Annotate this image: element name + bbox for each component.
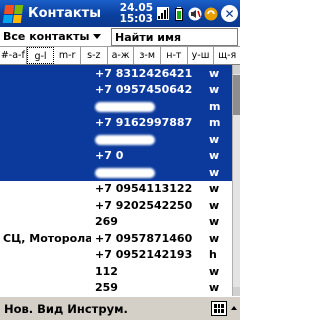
battery-icon[interactable]: [172, 6, 186, 21]
contact-phone-type: w: [209, 264, 220, 278]
keyboard-icon[interactable]: [211, 301, 227, 316]
date-text: 24.05: [119, 1, 153, 14]
windows-start-icon[interactable]: [0, 0, 26, 27]
contact-row[interactable]: +7 9162997887 m: [0, 114, 232, 131]
tab-1[interactable]: g-l: [26, 47, 55, 64]
category-dropdown[interactable]: Все контакты: [0, 30, 110, 43]
contact-phone: +7 0: [95, 149, 124, 163]
redacted-phone: [95, 134, 155, 145]
contact-row[interactable]: +7 0954113122 w: [0, 181, 232, 198]
category-label: Все контакты: [3, 30, 90, 43]
contact-phone: +7 9202542250: [95, 198, 193, 212]
menu-new[interactable]: Нов.: [0, 302, 33, 316]
tab-5[interactable]: з-м: [134, 47, 162, 64]
sync-icon[interactable]: [204, 7, 218, 21]
contact-row[interactable]: 112 w: [0, 263, 232, 280]
contact-row[interactable]: +7 0957450642 w: [0, 81, 232, 98]
tab-6[interactable]: н-т: [161, 47, 188, 64]
tab-3[interactable]: s-z: [81, 47, 108, 64]
menu-view[interactable]: Вид: [33, 302, 63, 316]
contact-phone: 112: [95, 264, 118, 278]
contact-row[interactable]: w: [0, 164, 232, 181]
search-input[interactable]: Найти имя: [111, 28, 238, 46]
contact-phone-type: w: [209, 132, 220, 146]
signal-icon[interactable]: [156, 7, 170, 21]
redacted-phone: [95, 167, 155, 178]
close-icon[interactable]: ✕: [221, 5, 238, 22]
contact-name: СЦ, Моторола: [3, 231, 91, 245]
contact-phone: 269: [95, 215, 118, 229]
menu-tools[interactable]: Инструм.: [63, 302, 128, 316]
contact-phone-type: w: [209, 198, 220, 212]
contact-row[interactable]: +7 9202542250 w: [0, 197, 232, 214]
contact-list[interactable]: +7 8312426421 w +7 0957450642 w m +7 91629978…: [0, 65, 232, 296]
contact-phone: +7 0954113122: [95, 182, 193, 196]
contact-row[interactable]: 259 w: [0, 280, 232, 297]
title-bar: Контакты 24.05 15:03 ✕: [0, 0, 240, 27]
contact-row[interactable]: +7 0952142193 h: [0, 247, 232, 264]
contact-phone: +7 8312426421: [95, 66, 193, 80]
contact-row[interactable]: 269 w: [0, 214, 232, 231]
contact-row[interactable]: +7 0 w: [0, 147, 232, 164]
contact-phone-type: m: [209, 116, 221, 130]
contact-phone: [91, 166, 209, 179]
filter-bar: Все контакты Найти имя: [0, 27, 240, 47]
contact-phone-type: w: [209, 83, 220, 97]
alphabet-tabs: #-a-f g-l m-r s-z а-ж з-м н-т у-ш щ-я: [0, 47, 240, 65]
contact-phone: +7 0957450642: [95, 83, 193, 97]
time-text: 15:03: [119, 12, 153, 25]
contact-row[interactable]: w: [0, 131, 232, 148]
contact-row[interactable]: m: [0, 98, 232, 115]
contact-phone-type: w: [209, 215, 220, 229]
scroll-thumb[interactable]: [233, 75, 240, 115]
contact-phone: [91, 100, 209, 113]
tab-8[interactable]: щ-я: [214, 47, 240, 64]
menu-bar: Нов. Вид Инструм.: [0, 296, 240, 320]
contact-phone-type: w: [209, 165, 220, 179]
speaker-icon[interactable]: [188, 7, 202, 21]
contact-phone-type: w: [209, 149, 220, 163]
contact-phone-type: w: [209, 182, 220, 196]
scrollbar[interactable]: [232, 65, 240, 296]
tab-2[interactable]: m-r: [54, 47, 82, 64]
contact-phone: 259: [95, 281, 118, 295]
contact-phone-type: w: [209, 66, 220, 80]
tab-4[interactable]: а-ж: [108, 47, 135, 64]
contact-phone-type: h: [209, 248, 217, 262]
contact-phone: +7 0957871460: [95, 231, 193, 245]
contact-phone: +7 0952142193: [95, 248, 193, 262]
contact-row[interactable]: +7 8312426421 w: [0, 65, 232, 82]
input-selector-arrow-icon[interactable]: [231, 306, 237, 310]
scroll-down-button[interactable]: [233, 287, 240, 296]
contact-phone-type: w: [209, 281, 220, 295]
app-title: Контакты: [28, 6, 101, 21]
contact-phone: +7 9162997887: [95, 116, 193, 130]
tab-0[interactable]: #-a-f: [0, 47, 27, 64]
contact-phone: [91, 133, 209, 146]
clock[interactable]: 24.05 15:03: [119, 1, 153, 25]
chevron-down-icon: [93, 34, 102, 39]
redacted-phone: [95, 101, 155, 112]
contact-phone-type: w: [209, 231, 220, 245]
tab-7[interactable]: у-ш: [188, 47, 215, 64]
contact-row[interactable]: СЦ, Моторола +7 0957871460 w: [0, 230, 232, 247]
contact-phone-type: m: [209, 99, 221, 113]
scroll-up-button[interactable]: [233, 65, 240, 74]
